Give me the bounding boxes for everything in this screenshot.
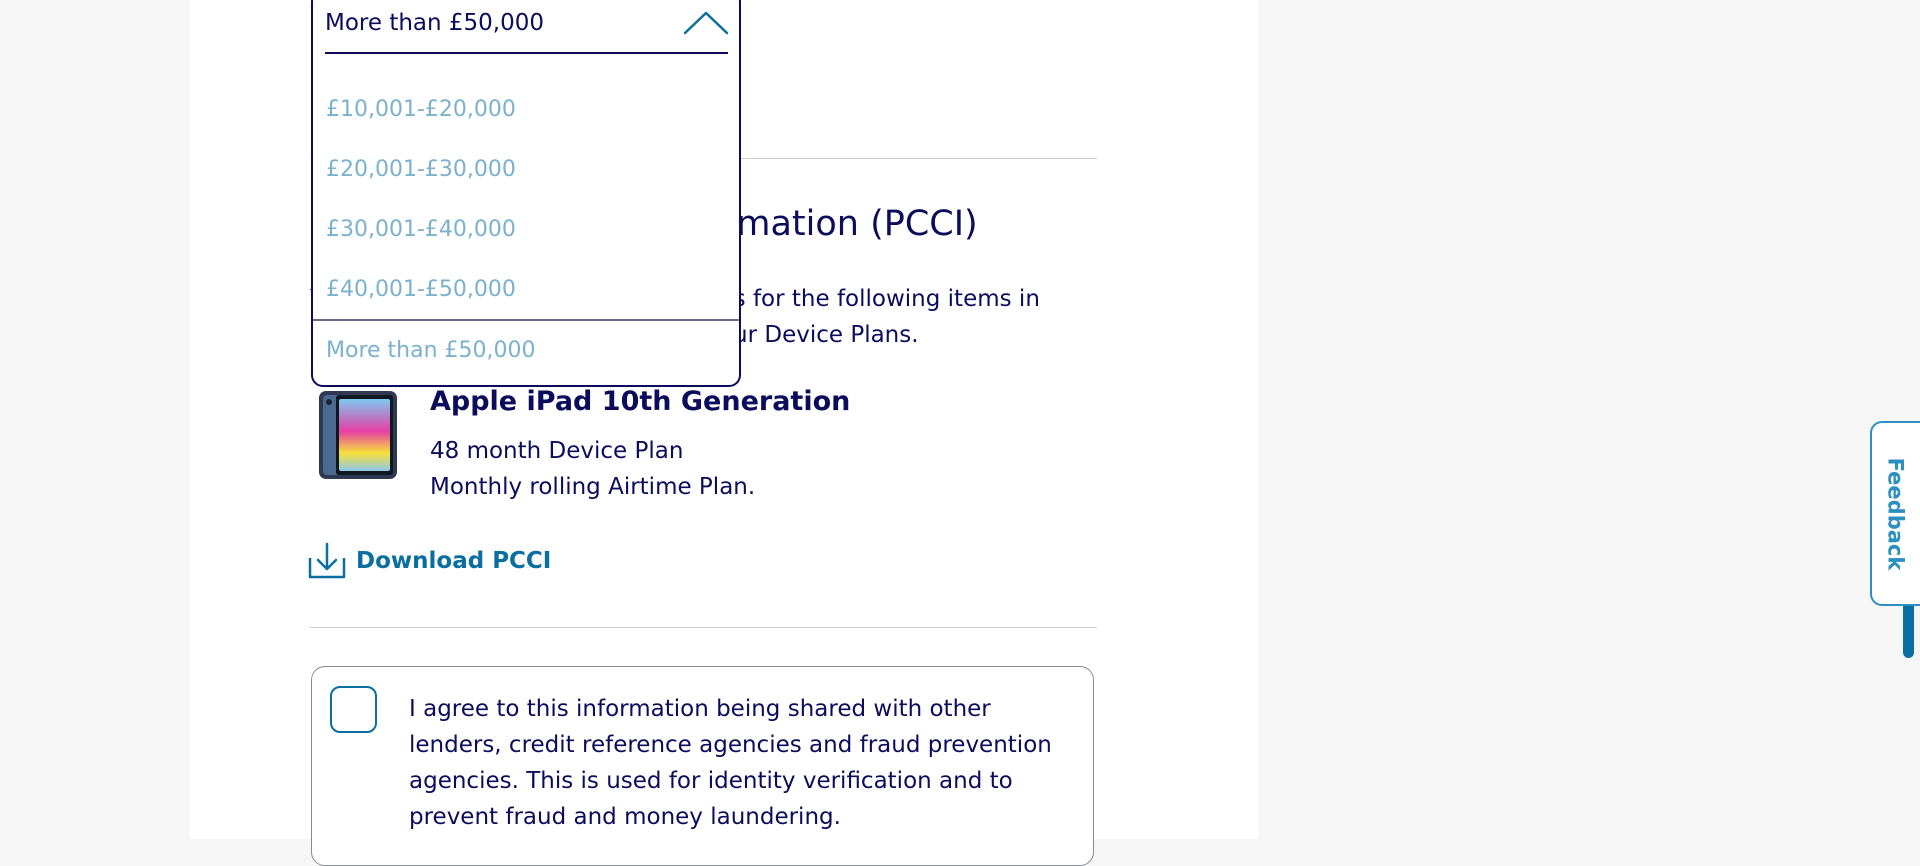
dropdown-option[interactable]: £30,001-£40,000 [313, 199, 739, 259]
income-dropdown: More than £50,000 £10,001-£20,000 £20,00… [311, 0, 741, 387]
ipad-image [319, 391, 397, 479]
airtime-plan-line: Monthly rolling Airtime Plan. [430, 474, 756, 500]
feedback-handle [1903, 606, 1914, 658]
dropdown-option[interactable]: £40,001-£50,000 [313, 259, 739, 319]
income-selected-value: More than £50,000 [325, 10, 545, 36]
download-pcci-link[interactable]: Download PCCI [308, 540, 551, 582]
chevron-up-icon [683, 11, 729, 35]
device-plan-line: 48 month Device Plan [430, 438, 684, 464]
feedback-tab[interactable] [1870, 421, 1920, 606]
download-icon [308, 542, 346, 579]
dropdown-input-underline [325, 52, 728, 54]
dropdown-option[interactable]: £20,001-£30,000 [313, 139, 739, 199]
consent-checkbox[interactable] [330, 686, 377, 733]
dropdown-option-selected[interactable]: More than £50,000 [313, 319, 739, 379]
income-dropdown-toggle[interactable]: More than £50,000 [325, 0, 730, 48]
device-title: Apple iPad 10th Generation [430, 386, 851, 417]
section-divider-bottom [310, 627, 1097, 628]
dropdown-option[interactable]: £10,001-£20,000 [313, 79, 739, 139]
download-pcci-label: Download PCCI [356, 548, 552, 574]
consent-text: I agree to this information being shared… [409, 696, 1052, 830]
